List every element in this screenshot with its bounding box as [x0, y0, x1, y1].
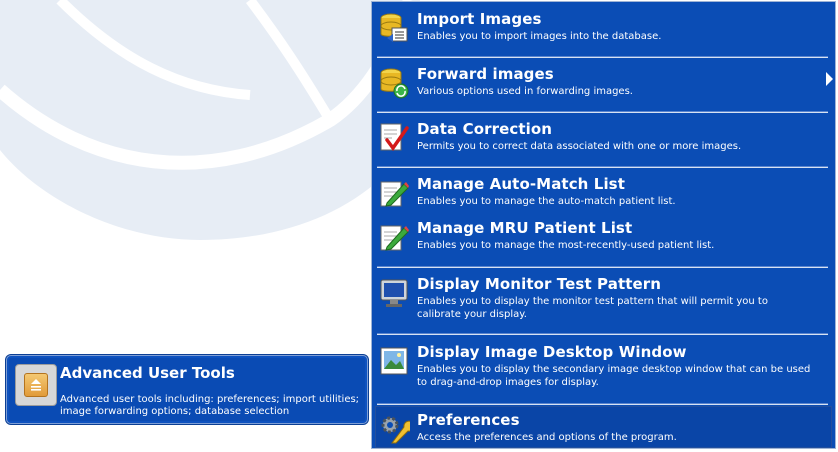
menu-item-description: Enables you to import images into the da…	[417, 31, 662, 42]
menu-separator	[377, 111, 828, 113]
pencil-edit-icon	[380, 225, 409, 251]
monitor-icon	[380, 279, 408, 307]
menu-separator	[377, 333, 828, 335]
menu-item-forward-images[interactable]: Forward images Various options used in f…	[376, 65, 831, 109]
menu-separator	[377, 166, 828, 168]
forward-database-icon	[380, 68, 409, 99]
menu-item-title: Display Image Desktop Window	[417, 343, 687, 361]
advanced-user-tools-description: Advanced user tools including: preferenc…	[60, 394, 360, 417]
checkmark-document-icon	[380, 123, 409, 151]
menu-item-title: Preferences	[417, 411, 520, 429]
menu-item-title: Display Monitor Test Pattern	[417, 275, 662, 293]
menu-item-title: Manage MRU Patient List	[417, 219, 633, 237]
image-window-icon	[380, 347, 408, 375]
menu-item-description: Various options used in forwarding image…	[417, 86, 633, 97]
menu-item-description: Permits you to correct data associated w…	[417, 141, 742, 152]
gear-wrench-icon	[381, 416, 410, 444]
advanced-user-tools-title: Advanced User Tools	[60, 364, 235, 382]
menu-item-display-image-desktop-window[interactable]: Display Image Desktop Window Enables you…	[376, 343, 831, 395]
menu-separator	[377, 266, 828, 268]
advanced-tools-menu: Import Images Enables you to import imag…	[371, 1, 836, 449]
menu-item-description: Enables you to display the secondary ima…	[417, 364, 811, 388]
menu-item-display-monitor-test-pattern[interactable]: Display Monitor Test Pattern Enables you…	[376, 275, 831, 327]
menu-item-description: Enables you to display the monitor test …	[417, 296, 768, 320]
menu-item-title: Import Images	[417, 10, 542, 28]
advanced-tools-icon	[15, 364, 57, 406]
menu-item-title: Manage Auto-Match List	[417, 175, 625, 193]
menu-item-import-images[interactable]: Import Images Enables you to import imag…	[376, 10, 831, 54]
pencil-edit-icon	[380, 181, 409, 207]
menu-item-description: Enables you to manage the auto-match pat…	[417, 196, 676, 207]
menu-item-description: Enables you to manage the most-recently-…	[417, 240, 715, 251]
menu-item-title: Forward images	[417, 65, 554, 83]
menu-separator	[377, 403, 828, 405]
menu-item-description: Access the preferences and options of th…	[417, 432, 677, 443]
menu-item-data-correction[interactable]: Data Correction Permits you to correct d…	[376, 120, 831, 164]
menu-item-manage-auto-match-list[interactable]: Manage Auto-Match List Enables you to ma…	[376, 175, 831, 215]
menu-item-manage-mru-patient-list[interactable]: Manage MRU Patient List Enables you to m…	[376, 219, 831, 259]
submenu-arrow-icon[interactable]	[826, 72, 833, 86]
advanced-user-tools-tile[interactable]: Advanced User Tools Advanced user tools …	[6, 355, 368, 424]
import-database-icon	[380, 13, 408, 42]
menu-separator	[377, 56, 828, 58]
menu-item-preferences[interactable]: Preferences Access the preferences and o…	[376, 411, 831, 449]
menu-item-title: Data Correction	[417, 120, 553, 138]
